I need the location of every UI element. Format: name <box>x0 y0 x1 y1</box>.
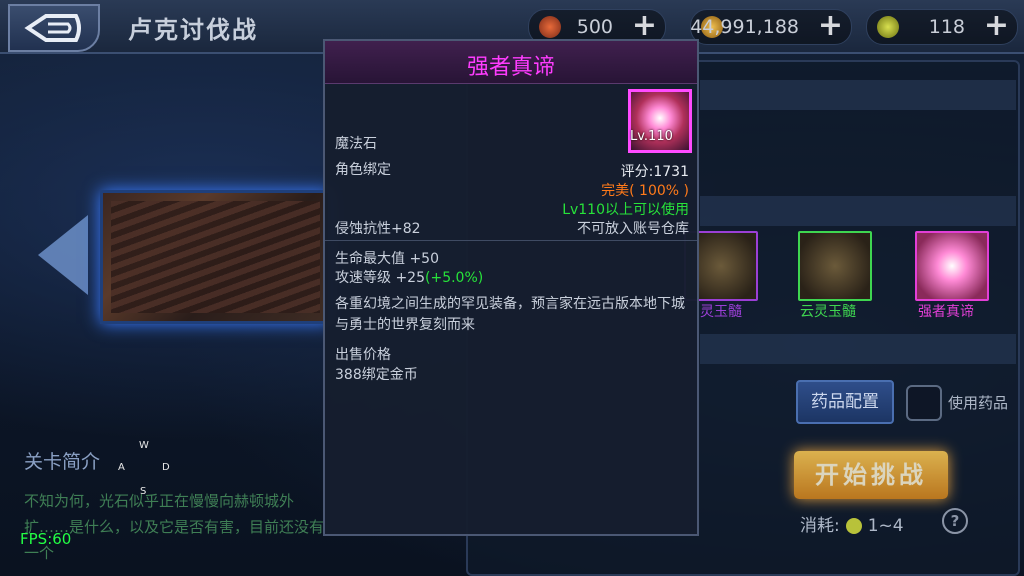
reward-label: 云灵玉髓 <box>800 304 856 320</box>
fatigue-potion-icon <box>539 16 561 38</box>
item-stat-hp: 生命最大值 +50 <box>335 251 439 267</box>
reward-label: 强者真谛 <box>918 304 974 320</box>
item-stat-attack-speed: 攻速等级 +25(+5.0%) <box>335 267 483 287</box>
start-challenge-button[interactable]: 开始挑战 <box>794 451 948 499</box>
joystick-up-key[interactable]: W <box>139 440 149 451</box>
item-resist: 侵蚀抗性+82 <box>335 221 421 237</box>
resource-value: 500 <box>576 16 613 38</box>
reward-item[interactable] <box>915 231 989 301</box>
joystick-down-key[interactable]: S <box>140 486 146 497</box>
back-button[interactable] <box>8 4 100 52</box>
medicine-config-button[interactable]: 药品配置 <box>796 380 894 424</box>
stage-preview-image[interactable] <box>100 190 331 324</box>
use-medicine-checkbox[interactable] <box>906 385 942 421</box>
cost-label: 消耗: <box>800 516 840 536</box>
help-icon[interactable]: ? <box>942 508 968 534</box>
reward-item[interactable] <box>798 231 872 301</box>
tooltip-header: 强者真谛 <box>325 41 697 84</box>
sell-price-label: 出售价格 <box>335 347 391 363</box>
sell-price-value: 388绑定金币 <box>335 367 418 383</box>
resource-value: 118 <box>928 16 965 38</box>
cost-display: 消耗: 1~4 <box>800 511 904 536</box>
resource-ticket: 118 + <box>866 9 1018 45</box>
item-description: 各重幻境之间生成的罕见装备，预言家在远古版本地下城与勇士的世界复刻而来 <box>335 296 685 333</box>
item-storage-note: 不可放入账号仓库 <box>577 221 689 237</box>
stat-bonus: (+5.0%) <box>425 270 484 286</box>
resource-gold: 44,991,188 + <box>690 9 852 45</box>
add-fatigue-button[interactable]: + <box>632 11 657 41</box>
joystick-right-key[interactable]: D <box>162 462 170 473</box>
item-level-requirement: Lv110以上可以使用 <box>562 202 689 218</box>
panel-header-strip <box>700 80 1016 110</box>
joystick-left-key[interactable]: A <box>118 462 125 473</box>
stage-intro-title: 关卡简介 <box>24 451 101 473</box>
page-title: 卢克讨伐战 <box>128 16 258 44</box>
previous-stage-arrow-icon[interactable] <box>38 215 88 295</box>
resource-value: 44,991,188 <box>690 16 799 38</box>
ticket-icon <box>877 16 899 38</box>
add-ticket-button[interactable]: + <box>984 11 1009 41</box>
item-tooltip: 强者真谛 Lv.110 魔法石 角色绑定 评分:1731 完美( 100% ) … <box>323 39 699 536</box>
stat-text: 攻速等级 +25 <box>335 270 425 286</box>
reward-label: 灵玉髓 <box>700 304 742 320</box>
stage-intro-text: 不知为何，光石似乎正在慢慢向赫顿城外扩……是什么，以及它是否有害，目前还没有一个 <box>24 492 325 562</box>
item-quality: 完美( 100% ) <box>601 183 689 199</box>
divider <box>325 240 697 241</box>
back-arrow-icon <box>24 14 81 42</box>
ticket-icon <box>845 518 862 534</box>
reward-header-strip <box>700 196 1016 226</box>
item-name: 强者真谛 <box>466 55 555 80</box>
fps-counter: FPS:60 <box>20 530 72 548</box>
item-bind: 角色绑定 <box>335 162 391 178</box>
cost-value: 1~4 <box>867 516 904 536</box>
add-gold-button[interactable]: + <box>818 11 843 41</box>
item-score: 评分:1731 <box>620 164 689 180</box>
item-level: Lv.110 <box>630 129 673 144</box>
item-type: 魔法石 <box>335 136 377 152</box>
medicine-header-strip <box>700 334 1016 364</box>
use-medicine-label: 使用药品 <box>948 394 1009 412</box>
